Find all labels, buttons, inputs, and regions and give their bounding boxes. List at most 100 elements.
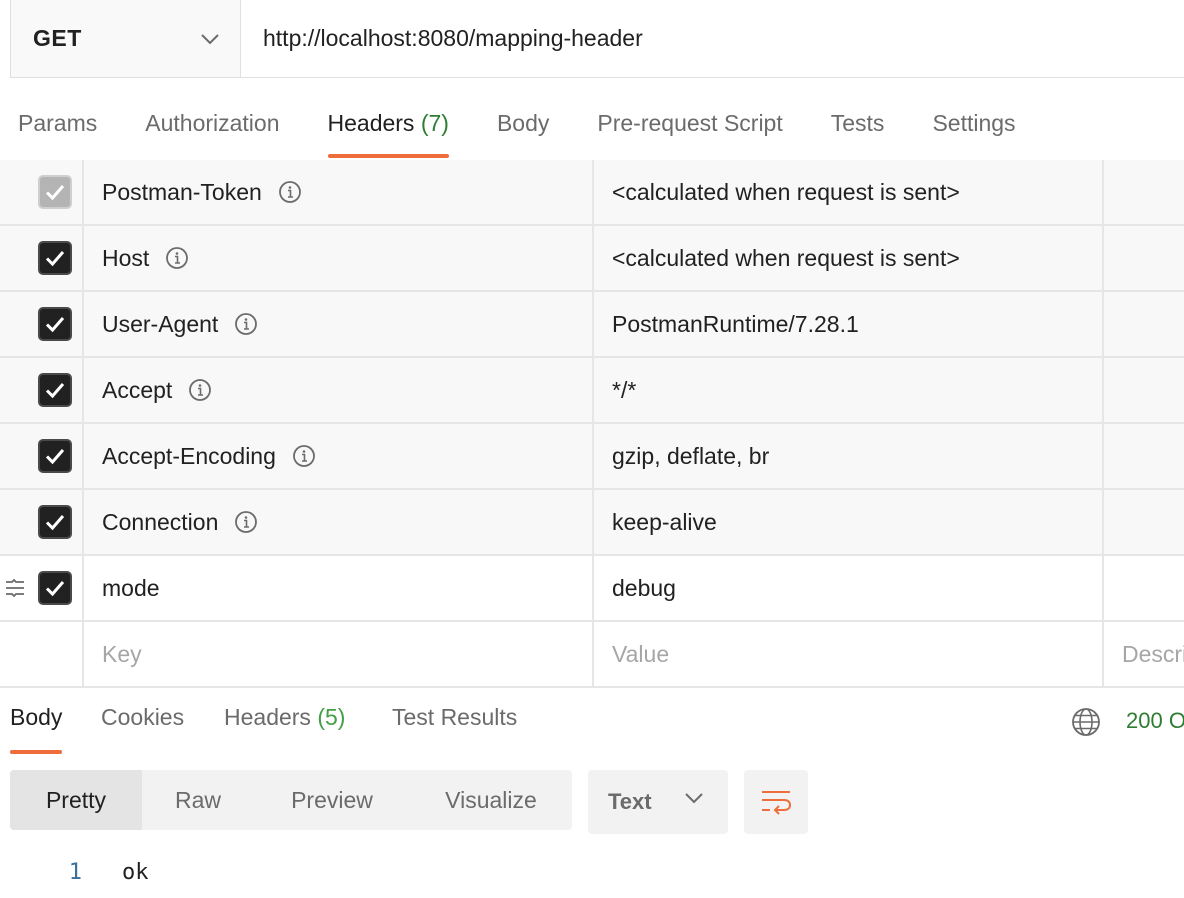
checkmark-icon xyxy=(45,383,65,399)
view-mode-raw[interactable]: Raw xyxy=(142,770,254,830)
checkmark-icon xyxy=(45,581,65,597)
view-mode-pretty[interactable]: Pretty xyxy=(10,770,142,830)
header-row: Accept-Encoding gzip, deflate, br xyxy=(0,424,1184,490)
new-key-input[interactable]: Key xyxy=(84,622,594,686)
wrap-lines-button[interactable] xyxy=(744,770,808,834)
header-value[interactable]: <calculated when request is sent> xyxy=(594,160,1104,224)
header-value[interactable]: */* xyxy=(594,358,1104,422)
info-icon[interactable] xyxy=(278,180,302,204)
header-key-text: Accept-Encoding xyxy=(102,442,276,469)
header-key[interactable]: User-Agent xyxy=(84,292,594,356)
header-row: User-Agent PostmanRuntime/7.28.1 xyxy=(0,292,1184,358)
tab-pre-request-script[interactable]: Pre-request Script xyxy=(597,100,782,158)
response-body-line: 1 ok xyxy=(0,852,1184,892)
tab-label: Headers xyxy=(327,110,415,136)
header-key[interactable]: Host xyxy=(84,226,594,290)
checkmark-icon xyxy=(45,515,65,531)
header-checkbox[interactable] xyxy=(38,439,72,473)
header-description[interactable] xyxy=(1104,490,1184,554)
tab-label: Body xyxy=(10,704,63,730)
tab-headers[interactable]: Headers (7) xyxy=(327,100,450,158)
drag-handle[interactable] xyxy=(0,556,30,620)
header-description[interactable] xyxy=(1104,226,1184,290)
header-value[interactable]: keep-alive xyxy=(594,490,1104,554)
header-key-text: Postman-Token xyxy=(102,178,262,205)
format-select[interactable]: Text xyxy=(588,770,728,834)
header-checkbox[interactable] xyxy=(38,307,72,341)
tab-label: Settings xyxy=(932,110,1016,136)
tab-authorization[interactable]: Authorization xyxy=(145,100,279,158)
header-value[interactable]: PostmanRuntime/7.28.1 xyxy=(594,292,1104,356)
response-tabs: Body Cookies Headers (5) Test Results 20… xyxy=(0,700,1184,754)
line-text: ok xyxy=(122,859,149,885)
header-row: Connection keep-alive xyxy=(0,490,1184,556)
tab-label: Cookies xyxy=(101,704,185,730)
chevron-down-icon xyxy=(685,793,703,804)
info-icon[interactable] xyxy=(165,246,189,270)
globe-icon[interactable] xyxy=(1070,706,1102,738)
checkmark-icon xyxy=(45,251,65,267)
response-tab-cookies[interactable]: Cookies xyxy=(101,704,184,754)
header-description[interactable] xyxy=(1104,160,1184,224)
tab-label: Tests xyxy=(830,110,885,136)
new-value-input[interactable]: Value xyxy=(594,622,1104,686)
tab-count: (5) xyxy=(317,704,346,730)
drag-handle-icon[interactable] xyxy=(4,577,26,599)
view-mode-preview[interactable]: Preview xyxy=(254,770,410,830)
new-header-row: Key Value Description xyxy=(0,622,1184,688)
header-row: Postman-Token <calculated when request i… xyxy=(0,160,1184,226)
header-checkbox[interactable] xyxy=(38,241,72,275)
checkmark-icon xyxy=(45,317,65,333)
info-icon[interactable] xyxy=(188,378,212,402)
headers-table: Postman-Token <calculated when request i… xyxy=(0,160,1184,688)
response-tab-test-results[interactable]: Test Results xyxy=(392,704,517,754)
line-number: 1 xyxy=(68,859,82,885)
info-icon[interactable] xyxy=(234,312,258,336)
method-select[interactable]: GET xyxy=(11,0,241,77)
status-badge: 200 OK xyxy=(1126,708,1184,733)
header-description[interactable] xyxy=(1104,292,1184,356)
header-key[interactable]: mode xyxy=(84,556,594,620)
header-row: Accept */* xyxy=(0,358,1184,424)
response-tab-body[interactable]: Body xyxy=(10,704,63,754)
header-checkbox[interactable] xyxy=(38,373,72,407)
tab-label: Authorization xyxy=(145,110,280,136)
header-row: mode debug xyxy=(0,556,1184,622)
tab-params[interactable]: Params xyxy=(18,100,97,158)
header-description[interactable] xyxy=(1104,424,1184,488)
wrap-lines-icon xyxy=(762,791,792,815)
tab-tests[interactable]: Tests xyxy=(831,100,885,158)
request-tabs: Params Authorization Headers (7) Body Pr… xyxy=(0,100,1046,158)
header-key-text: Host xyxy=(102,244,150,271)
header-row: Host <calculated when request is sent> xyxy=(0,226,1184,292)
format-label: Text xyxy=(608,789,652,814)
tab-label: Pre-request Script xyxy=(597,110,783,136)
method-label: GET xyxy=(33,25,82,51)
tab-label: Params xyxy=(18,110,98,136)
header-key[interactable]: Connection xyxy=(84,490,594,554)
body-view-modes: Pretty Raw Preview Visualize xyxy=(10,770,572,830)
info-icon[interactable] xyxy=(234,510,258,534)
header-key[interactable]: Postman-Token xyxy=(84,160,594,224)
header-value[interactable]: <calculated when request is sent> xyxy=(594,226,1104,290)
view-mode-visualize[interactable]: Visualize xyxy=(410,770,572,830)
header-key[interactable]: Accept xyxy=(84,358,594,422)
header-description[interactable] xyxy=(1104,556,1184,620)
header-key-text: Connection xyxy=(102,508,219,535)
tab-label: Test Results xyxy=(392,704,518,730)
header-checkbox[interactable] xyxy=(38,571,72,605)
info-icon[interactable] xyxy=(292,444,316,468)
url-input[interactable]: http://localhost:8080/mapping-header xyxy=(241,0,1184,77)
header-description[interactable] xyxy=(1104,358,1184,422)
new-description-input[interactable]: Description xyxy=(1104,622,1184,686)
tab-settings[interactable]: Settings xyxy=(932,100,1015,158)
checkmark-icon xyxy=(45,185,65,201)
header-checkbox[interactable] xyxy=(38,175,72,209)
response-tab-headers[interactable]: Headers (5) xyxy=(224,704,345,754)
header-checkbox[interactable] xyxy=(38,505,72,539)
header-value[interactable]: debug xyxy=(594,556,1104,620)
tab-label: Body xyxy=(496,110,550,136)
header-key[interactable]: Accept-Encoding xyxy=(84,424,594,488)
tab-body[interactable]: Body xyxy=(497,100,549,158)
header-value[interactable]: gzip, deflate, br xyxy=(594,424,1104,488)
